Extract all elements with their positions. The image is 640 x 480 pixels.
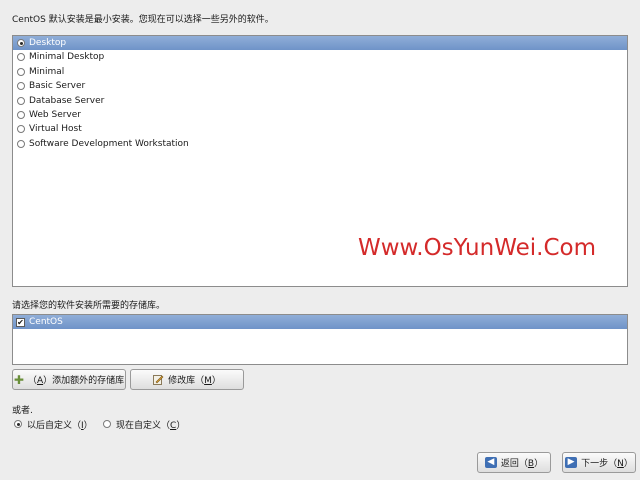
add-repo-button[interactable]: ✚ （A）添加额外的存储库	[12, 369, 126, 390]
install-type-database-server[interactable]: Database Server	[13, 94, 627, 108]
pencil-icon	[153, 374, 164, 385]
install-type-basic-server[interactable]: Basic Server	[13, 79, 627, 93]
install-type-minimal-desktop[interactable]: Minimal Desktop	[13, 50, 627, 64]
modify-repo-button-label: 修改库（M）	[168, 376, 221, 386]
radio-icon[interactable]	[17, 139, 25, 148]
watermark-text: Www.OsYunWei.Com	[358, 235, 596, 261]
install-type-minimal[interactable]: Minimal	[13, 65, 627, 79]
radio-icon[interactable]	[17, 125, 25, 134]
install-type-software-dev-workstation[interactable]: Software Development Workstation	[13, 137, 627, 151]
next-button[interactable]: ▶ 下一步（N）	[562, 452, 636, 473]
customize-later-option[interactable]: 以后自定义（I）	[14, 418, 93, 431]
modify-repo-button[interactable]: 修改库（M）	[130, 369, 244, 390]
repo-item-centos[interactable]: ✔ CentOS	[13, 315, 627, 330]
install-type-web-server[interactable]: Web Server	[13, 108, 627, 122]
radio-icon[interactable]	[17, 67, 25, 76]
or-label: 或者.	[12, 406, 33, 416]
install-type-desktop[interactable]: Desktop	[13, 36, 627, 51]
radio-icon[interactable]	[17, 39, 25, 47]
install-type-label: Database Server	[29, 95, 105, 106]
radio-icon[interactable]	[17, 96, 25, 105]
install-type-label: Basic Server	[29, 81, 86, 92]
back-arrow-icon: ◀	[484, 457, 497, 468]
install-type-label: Minimal Desktop	[29, 52, 105, 63]
checkbox-checked-icon[interactable]: ✔	[16, 317, 25, 327]
repo-label: CentOS	[29, 317, 63, 327]
forward-arrow-icon: ▶	[565, 457, 578, 468]
next-button-label: 下一步（N）	[581, 459, 633, 469]
customize-now-label: 现在自定义（C）	[116, 420, 186, 431]
install-type-label: Desktop	[29, 38, 67, 48]
radio-icon[interactable]	[17, 82, 25, 91]
back-button-label: 返回（B）	[500, 459, 544, 469]
customize-now-option[interactable]: 现在自定义（C）	[103, 418, 186, 431]
add-repo-button-label: （A）添加额外的存储库	[27, 376, 125, 386]
radio-icon[interactable]	[17, 53, 25, 62]
install-type-label: Software Development Workstation	[29, 138, 189, 149]
radio-icon[interactable]	[17, 110, 25, 119]
install-type-virtual-host[interactable]: Virtual Host	[13, 122, 627, 136]
intro-text: CentOS 默认安装是最小安装。您现在可以选择一些另外的软件。	[12, 15, 274, 25]
radio-icon[interactable]	[14, 420, 22, 428]
install-type-label: Minimal	[29, 66, 65, 77]
repo-section-label: 请选择您的软件安装所需要的存储库。	[12, 301, 166, 311]
repo-list[interactable]: ✔ CentOS	[12, 314, 628, 365]
plus-icon: ✚	[13, 372, 24, 387]
back-button[interactable]: ◀ 返回（B）	[477, 452, 551, 473]
radio-icon[interactable]	[103, 420, 111, 428]
install-type-label: Web Server	[29, 109, 81, 120]
customize-later-label: 以后自定义（I）	[27, 420, 93, 431]
install-type-label: Virtual Host	[29, 124, 82, 135]
